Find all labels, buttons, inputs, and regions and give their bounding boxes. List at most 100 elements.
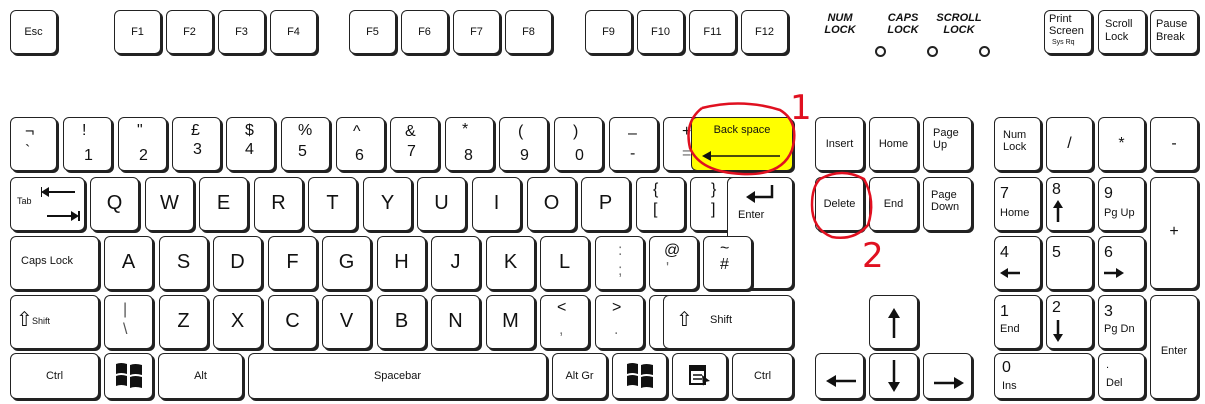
numpad-slash-key[interactable]: /: [1046, 117, 1093, 171]
comma-key[interactable]: < ,: [540, 295, 589, 349]
key-c[interactable]: C: [268, 295, 317, 349]
numpad-1-key[interactable]: 1 End: [994, 295, 1041, 349]
key-0[interactable]: ) 0: [554, 117, 603, 171]
key-o[interactable]: O: [527, 177, 576, 231]
left-alt-key[interactable]: Alt: [158, 353, 243, 399]
right-arrow-key[interactable]: [923, 353, 972, 399]
minus-key[interactable]: – -: [609, 117, 658, 171]
print-screen-key[interactable]: Print Screen Sys Rq: [1044, 10, 1092, 54]
pause-break-key[interactable]: Pause Break: [1150, 10, 1198, 54]
key-n[interactable]: N: [431, 295, 480, 349]
f12-key[interactable]: F12: [741, 10, 788, 54]
numpad-7-key[interactable]: 7 Home: [994, 177, 1041, 231]
insert-key[interactable]: Insert: [815, 117, 864, 171]
key-7[interactable]: & 7: [390, 117, 439, 171]
f2-key[interactable]: F2: [166, 10, 213, 54]
numpad-minus-key[interactable]: -: [1150, 117, 1198, 171]
right-ctrl-key[interactable]: Ctrl: [732, 353, 793, 399]
key-2[interactable]: " 2: [118, 117, 167, 171]
period-key[interactable]: > .: [595, 295, 644, 349]
f9-key[interactable]: F9: [585, 10, 632, 54]
key-5[interactable]: % 5: [281, 117, 330, 171]
f5-key[interactable]: F5: [349, 10, 396, 54]
key-e[interactable]: E: [199, 177, 248, 231]
key-9[interactable]: ( 9: [499, 117, 548, 171]
right-windows-key[interactable]: [612, 353, 667, 399]
key-6[interactable]: ^ 6: [336, 117, 385, 171]
backslash-key[interactable]: | \: [104, 295, 153, 349]
key-k[interactable]: K: [486, 236, 535, 290]
numpad-3-key[interactable]: 3 Pg Dn: [1098, 295, 1145, 349]
key-x[interactable]: X: [213, 295, 262, 349]
key-g[interactable]: G: [322, 236, 371, 290]
numpad-0-key[interactable]: 0 Ins: [994, 353, 1093, 399]
f10-key[interactable]: F10: [637, 10, 684, 54]
key-8[interactable]: * 8: [445, 117, 494, 171]
key-s[interactable]: S: [159, 236, 208, 290]
menu-key[interactable]: [672, 353, 727, 399]
numpad-2-key[interactable]: 2: [1046, 295, 1093, 349]
key-v[interactable]: V: [322, 295, 371, 349]
key-u[interactable]: U: [417, 177, 466, 231]
numpad-9-key[interactable]: 9 Pg Up: [1098, 177, 1145, 231]
backtick-key[interactable]: ¬ `: [10, 117, 57, 171]
apostrophe-key[interactable]: @ ': [649, 236, 698, 290]
numpad-4-key[interactable]: 4: [994, 236, 1041, 290]
key-z[interactable]: Z: [159, 295, 208, 349]
left-windows-key[interactable]: [104, 353, 153, 399]
key-a[interactable]: A: [104, 236, 153, 290]
f11-key[interactable]: F11: [689, 10, 736, 54]
spacebar-key[interactable]: Spacebar: [248, 353, 547, 399]
key-d[interactable]: D: [213, 236, 262, 290]
f1-key[interactable]: F1: [114, 10, 161, 54]
shift-up-arrow-icon: ⇧: [16, 309, 33, 331]
numpad-plus-key[interactable]: +: [1150, 177, 1198, 289]
esc-key[interactable]: Esc: [10, 10, 57, 54]
num-lock-key[interactable]: Num Lock: [994, 117, 1041, 171]
key-1[interactable]: ! 1: [63, 117, 112, 171]
key-h[interactable]: H: [377, 236, 426, 290]
left-bracket-key[interactable]: { [: [636, 177, 685, 231]
numpad-5-key[interactable]: 5: [1046, 236, 1093, 290]
right-shift-key[interactable]: ⇧ Shift: [663, 295, 793, 349]
numpad-star-key[interactable]: *: [1098, 117, 1145, 171]
page-up-key[interactable]: Page Up: [923, 117, 972, 171]
f4-key[interactable]: F4: [270, 10, 317, 54]
scroll-lock-key[interactable]: Scroll Lock: [1098, 10, 1146, 54]
page-down-key[interactable]: Page Down: [923, 177, 972, 231]
left-shift-key[interactable]: ⇧ Shift: [10, 295, 99, 349]
alt-gr-key[interactable]: Alt Gr: [552, 353, 607, 399]
key-j[interactable]: J: [431, 236, 480, 290]
semicolon-key[interactable]: : ;: [595, 236, 644, 290]
left-arrow-key[interactable]: [815, 353, 864, 399]
home-key[interactable]: Home: [869, 117, 918, 171]
key-4[interactable]: $ 4: [226, 117, 275, 171]
f6-key[interactable]: F6: [401, 10, 448, 54]
numpad-8-key[interactable]: 8: [1046, 177, 1093, 231]
key-l[interactable]: L: [540, 236, 589, 290]
key-w[interactable]: W: [145, 177, 194, 231]
windows-logo-icon: [116, 363, 142, 388]
key-f[interactable]: F: [268, 236, 317, 290]
hash-key[interactable]: ~ #: [703, 236, 752, 290]
numpad-dot-key[interactable]: . Del: [1098, 353, 1145, 399]
key-b[interactable]: B: [377, 295, 426, 349]
f7-key[interactable]: F7: [453, 10, 500, 54]
key-t[interactable]: T: [308, 177, 357, 231]
key-y[interactable]: Y: [363, 177, 412, 231]
tab-key[interactable]: Tab: [10, 177, 85, 231]
f3-key[interactable]: F3: [218, 10, 265, 54]
f8-key[interactable]: F8: [505, 10, 552, 54]
left-ctrl-key[interactable]: Ctrl: [10, 353, 99, 399]
key-q[interactable]: Q: [90, 177, 139, 231]
key-3[interactable]: £ 3: [172, 117, 221, 171]
numpad-enter-key[interactable]: Enter: [1150, 295, 1198, 399]
up-arrow-key[interactable]: [869, 295, 918, 349]
key-r[interactable]: R: [254, 177, 303, 231]
caps-lock-key[interactable]: Caps Lock: [10, 236, 99, 290]
key-p[interactable]: P: [581, 177, 630, 231]
key-m[interactable]: M: [486, 295, 535, 349]
numpad-6-key[interactable]: 6: [1098, 236, 1145, 290]
down-arrow-key[interactable]: [869, 353, 918, 399]
key-i[interactable]: I: [472, 177, 521, 231]
